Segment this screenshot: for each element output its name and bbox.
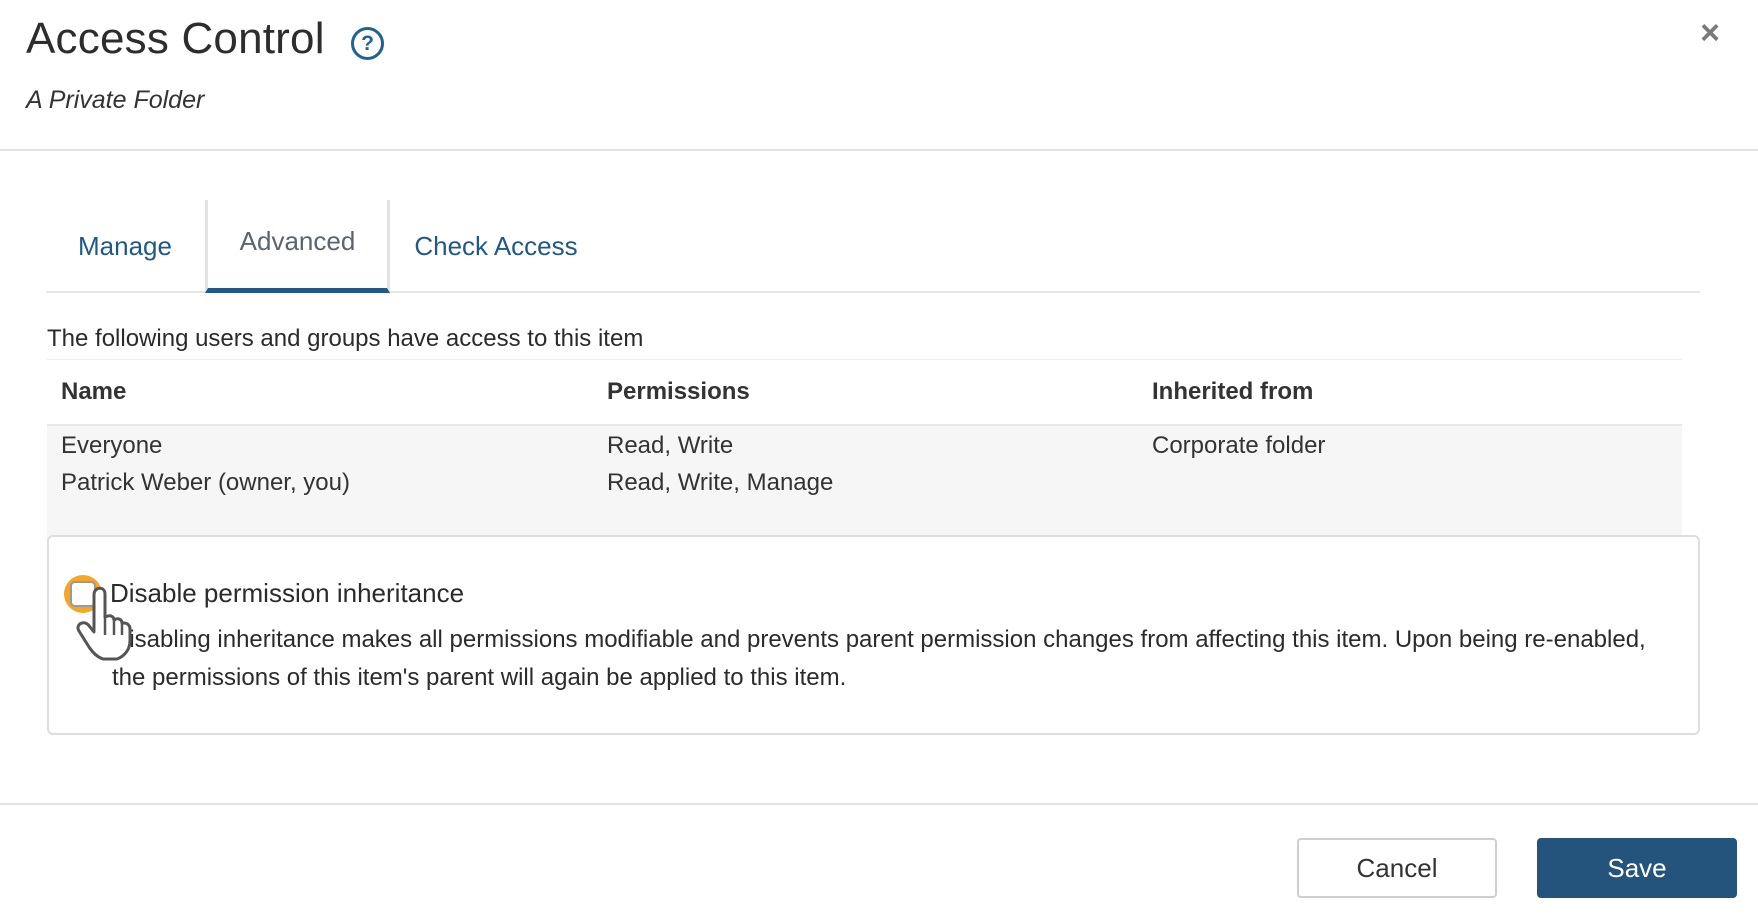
table-header: Name Permissions Inherited from — [47, 362, 1682, 426]
close-icon[interactable]: × — [1697, 16, 1723, 50]
tab-bar: Manage Advanced Check Access — [46, 200, 1700, 293]
tab-manage[interactable]: Manage — [46, 200, 204, 293]
footer-divider — [0, 803, 1758, 805]
save-button[interactable]: Save — [1537, 838, 1737, 898]
divider — [47, 359, 1682, 360]
tab-check-access[interactable]: Check Access — [391, 200, 601, 293]
cell-name: Patrick Weber (owner, you) — [61, 469, 350, 496]
dialog-subtitle: A Private Folder — [26, 86, 205, 114]
column-header-name: Name — [61, 378, 127, 405]
disable-inheritance-label[interactable]: Disable permission inheritance — [110, 578, 464, 609]
cell-name: Everyone — [61, 432, 163, 459]
access-caption: The following users and groups have acce… — [47, 325, 644, 352]
pointer-hand-icon — [76, 586, 132, 661]
inheritance-panel: Disable permission inheritance Disabling… — [47, 535, 1700, 735]
table-row: Patrick Weber (owner, you) Read, Write, … — [47, 463, 1682, 500]
cell-permissions: Read, Write, Manage — [607, 469, 834, 496]
access-control-dialog: Access Control ? A Private Folder × Mana… — [0, 0, 1758, 918]
table-row: Everyone Read, Write Corporate folder — [47, 426, 1682, 463]
column-header-inherited-from: Inherited from — [1152, 378, 1314, 405]
column-header-permissions: Permissions — [607, 378, 750, 405]
cell-permissions: Read, Write — [607, 432, 734, 459]
help-icon[interactable]: ? — [351, 27, 384, 60]
inheritance-description: Disabling inheritance makes all permissi… — [112, 626, 1646, 691]
cell-inherited-from: Corporate folder — [1152, 432, 1326, 459]
dialog-header: Access Control ? A Private Folder × — [0, 0, 1758, 151]
tab-advanced[interactable]: Advanced — [205, 200, 390, 293]
cancel-button[interactable]: Cancel — [1297, 838, 1497, 898]
dialog-title: Access Control — [26, 14, 325, 63]
access-table: Name Permissions Inherited from Everyone… — [47, 362, 1682, 563]
